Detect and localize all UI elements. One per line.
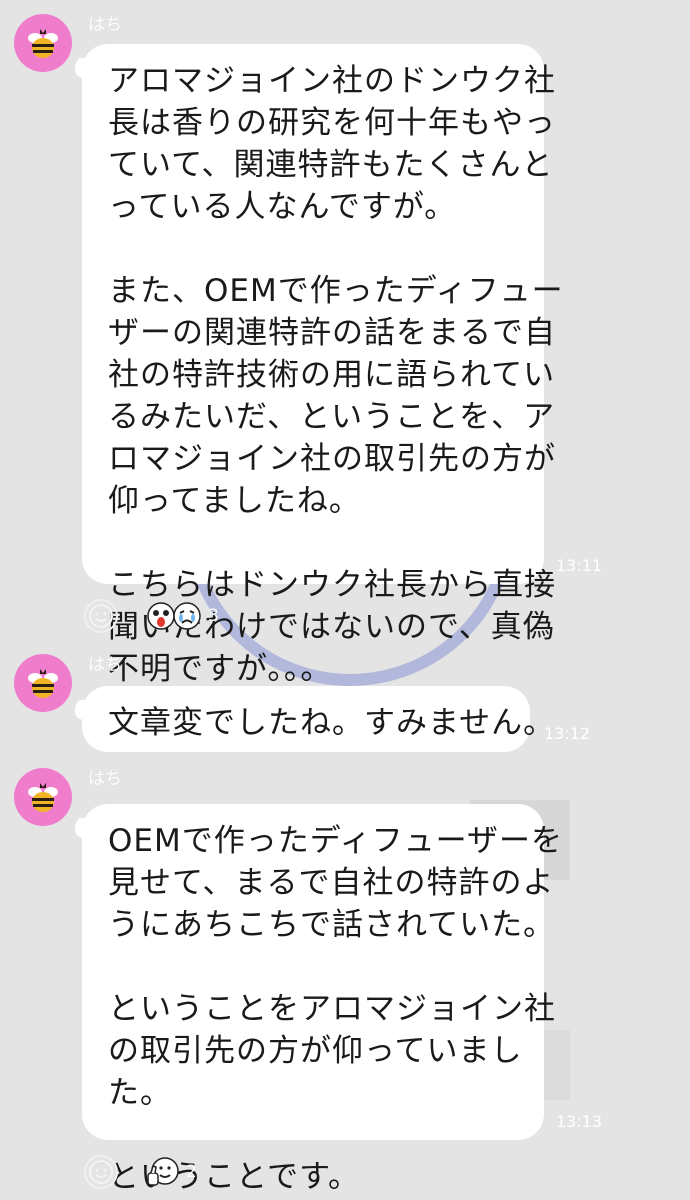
add-reaction-button[interactable] <box>84 1155 118 1189</box>
thumbs-up-face-icon <box>147 1157 179 1186</box>
message-line: また、OEMで作ったディフュー <box>108 273 564 309</box>
message-line: 不明ですが。。。 <box>108 651 333 687</box>
reaction-count: 3 <box>208 606 219 626</box>
message-time: 13:13 <box>556 1112 603 1131</box>
bee-icon <box>28 669 58 698</box>
message-line: 文章変でしたね。すみません。 <box>108 705 556 741</box>
reaction-row: 3 <box>84 596 219 636</box>
message-line: ザーの関連特許の話をまるで自 <box>108 315 556 351</box>
message-time: 13:11 <box>556 556 603 575</box>
bee-icon <box>28 29 58 58</box>
sender-name: はち <box>88 15 122 35</box>
message-line: OEMで作ったディフューザーを <box>108 823 563 859</box>
message-line <box>108 228 520 270</box>
message-line: 社の特許技術の用に語られてい <box>108 357 556 393</box>
avatar[interactable] <box>14 14 72 72</box>
add-reaction-button[interactable] <box>84 599 118 633</box>
message-line <box>108 522 520 564</box>
message-line <box>108 1114 520 1156</box>
message-line: アロマジョイン社のドンウク社 <box>108 63 556 99</box>
message-line: 長は香りの研究を何十年もやっ <box>108 105 556 141</box>
crying-face-icon <box>173 602 201 630</box>
message-bubble[interactable]: OEMで作ったディフューザーを 見せて、まるで自社の特許のよ うにあちこちで話さ… <box>82 804 563 1195</box>
sender-name: はち <box>88 655 122 675</box>
message-time: 13:12 <box>544 724 591 743</box>
message-bubble[interactable]: アロマジョイン社のドンウク社 長は香りの研究を何十年もやっ ていて、関連特許もた… <box>82 44 564 687</box>
avatar[interactable] <box>14 654 72 712</box>
message-line: 仰ってましたね。 <box>108 483 361 519</box>
message-line: っている人なんですが。 <box>108 189 457 225</box>
smiley-outline-icon <box>89 1160 113 1184</box>
message-line: ていて、関連特許もたくさんと <box>108 147 554 183</box>
message-line: た。 <box>108 1075 172 1111</box>
message-line <box>108 946 520 988</box>
message-line: 見せて、まるで自社の特許のよ <box>108 865 555 901</box>
bee-icon <box>28 783 58 812</box>
reaction-list[interactable] <box>146 1156 180 1188</box>
sender-name: はち <box>88 769 122 789</box>
message-line: うにあちこちで話されていた。 <box>108 907 556 943</box>
message-bubble[interactable]: 文章変でしたね。すみません。 <box>82 686 556 752</box>
reaction-list[interactable] <box>146 601 202 631</box>
message-line: の取引先の方が仰っていまし <box>108 1033 523 1069</box>
message-line: るみたいだ、ということを、ア <box>108 399 556 435</box>
reaction-count: 2 <box>186 1162 197 1182</box>
reaction-row: 2 <box>84 1152 197 1192</box>
message-line: ということをアロマジョイン社 <box>108 991 556 1027</box>
avatar[interactable] <box>14 768 72 826</box>
message-line: ロマジョイン社の取引先の方が <box>108 441 556 477</box>
smiley-outline-icon <box>89 604 113 628</box>
